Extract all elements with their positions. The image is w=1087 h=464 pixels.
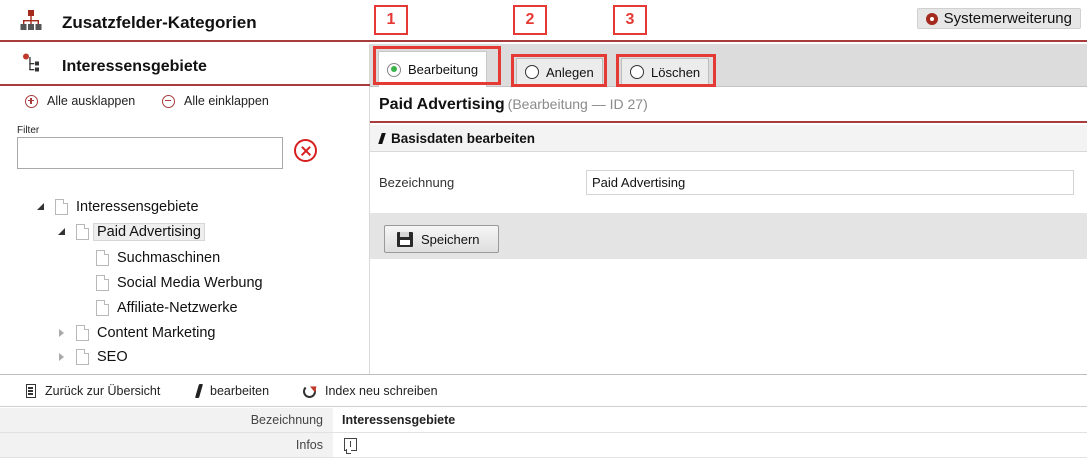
- info-key: Bezeichnung: [250, 413, 323, 427]
- back-label: Zurück zur Übersicht: [45, 384, 161, 398]
- record-name: Paid Advertising: [379, 96, 505, 113]
- tree-node[interactable]: Affiliate-Netzwerke: [78, 297, 238, 319]
- tree-node-label: Interessensgebiete: [76, 199, 199, 215]
- document-icon: [96, 250, 109, 266]
- info-row: Infos: [0, 433, 1087, 458]
- document-icon: [96, 300, 109, 316]
- info-value: Interessensgebiete: [342, 413, 456, 427]
- clear-filter-icon[interactable]: [294, 139, 317, 162]
- floppy-disk-icon: [397, 231, 413, 247]
- info-row: Bezeichnung Interessensgebiete: [0, 408, 1087, 433]
- tab-label: Bearbeitung: [408, 62, 479, 77]
- radio-selected-icon: [387, 62, 401, 77]
- tree-node[interactable]: Suchmaschinen: [78, 247, 220, 269]
- collapsed-arrow-icon[interactable]: [58, 329, 66, 337]
- section-header: Basisdaten bearbeiten: [370, 125, 1087, 152]
- pencil-icon: [194, 384, 204, 398]
- tree-structure-icon: [23, 53, 39, 72]
- reindex-label: Index neu schreiben: [325, 384, 438, 398]
- radio-icon: [630, 65, 644, 79]
- tab-label: Löschen: [651, 64, 701, 80]
- tree-node-label: SEO: [97, 349, 128, 365]
- plus-circle-icon: [25, 94, 38, 108]
- tree-node-label: Content Marketing: [97, 325, 216, 341]
- bezeichnung-input[interactable]: [586, 170, 1074, 195]
- callout-number: 1: [374, 5, 408, 35]
- tree-panel-title: Interessensgebiete: [62, 58, 207, 75]
- bezeichnung-label: Bezeichnung: [379, 175, 455, 190]
- filter-label: Filter: [17, 125, 40, 136]
- sitemap-icon: [20, 10, 42, 30]
- back-to-overview-button[interactable]: Zurück zur Übersicht: [26, 384, 160, 398]
- tree-node[interactable]: Content Marketing: [58, 322, 215, 344]
- action-bar: Zurück zur Übersicht bearbeiten Index ne…: [0, 375, 1087, 407]
- tree-node-label: Affiliate-Netzwerke: [117, 300, 238, 316]
- tree-node[interactable]: SEO: [58, 346, 128, 368]
- document-icon: [76, 349, 89, 365]
- list-icon: [26, 384, 36, 398]
- edit-label: bearbeiten: [210, 384, 270, 398]
- save-label: Speichern: [421, 231, 480, 247]
- tree-node-label: Social Media Werbung: [117, 275, 263, 291]
- tab-loeschen[interactable]: Löschen: [621, 58, 710, 86]
- expand-all-label: Alle ausklappen: [47, 94, 136, 108]
- reindex-button[interactable]: Index neu schreiben: [303, 384, 438, 398]
- radio-icon: [525, 65, 539, 79]
- filter-input[interactable]: [17, 137, 283, 169]
- refresh-icon: [303, 384, 316, 398]
- callout-number: 2: [513, 5, 547, 35]
- record-title: Paid Advertising (Bearbeitung — ID 27): [379, 96, 648, 114]
- document-icon: [96, 275, 109, 291]
- info-key: Infos: [295, 438, 323, 452]
- edit-button[interactable]: bearbeiten: [194, 384, 270, 398]
- tab-label: Anlegen: [546, 64, 594, 80]
- expanded-arrow-icon[interactable]: [58, 228, 66, 236]
- tree-node-label: Paid Advertising: [93, 223, 205, 241]
- section-title: Basisdaten bearbeiten: [391, 130, 536, 146]
- collapse-all-label: Alle einklappen: [184, 94, 269, 108]
- tree-node[interactable]: Social Media Werbung: [78, 272, 263, 294]
- systemerweiterung-label: Systemerweiterung: [943, 10, 1072, 27]
- tree-node[interactable]: Interessensgebiete: [37, 196, 199, 218]
- info-icon[interactable]: [344, 438, 357, 454]
- bullet-icon: [925, 12, 938, 25]
- collapsed-arrow-icon[interactable]: [58, 353, 66, 361]
- save-button[interactable]: Speichern: [384, 225, 499, 253]
- record-subtitle: (Bearbeitung — ID 27): [507, 96, 648, 112]
- expanded-arrow-icon[interactable]: [37, 203, 45, 211]
- tree-panel-header: Interessensgebiete: [0, 44, 370, 86]
- tab-bearbeitung[interactable]: Bearbeitung: [378, 51, 488, 87]
- tree-node-label: Suchmaschinen: [117, 250, 221, 266]
- tab-anlegen[interactable]: Anlegen: [516, 58, 603, 86]
- category-tree-panel: Interessensgebiete Alle ausklappen Alle …: [0, 44, 370, 374]
- document-icon: [55, 199, 68, 215]
- document-icon: [76, 325, 89, 341]
- minus-circle-icon: [162, 94, 175, 108]
- tree-node-selected[interactable]: Paid Advertising: [58, 221, 205, 243]
- app-title: Zusatzfelder-Kategorien: [62, 13, 257, 32]
- document-icon: [76, 224, 89, 240]
- divider: [370, 121, 1087, 123]
- callout-number: 3: [613, 5, 647, 35]
- collapse-all-button[interactable]: Alle einklappen: [162, 94, 269, 108]
- expand-all-button[interactable]: Alle ausklappen: [25, 94, 135, 108]
- systemerweiterung-button[interactable]: Systemerweiterung: [916, 8, 1081, 29]
- pencil-icon: [378, 132, 386, 144]
